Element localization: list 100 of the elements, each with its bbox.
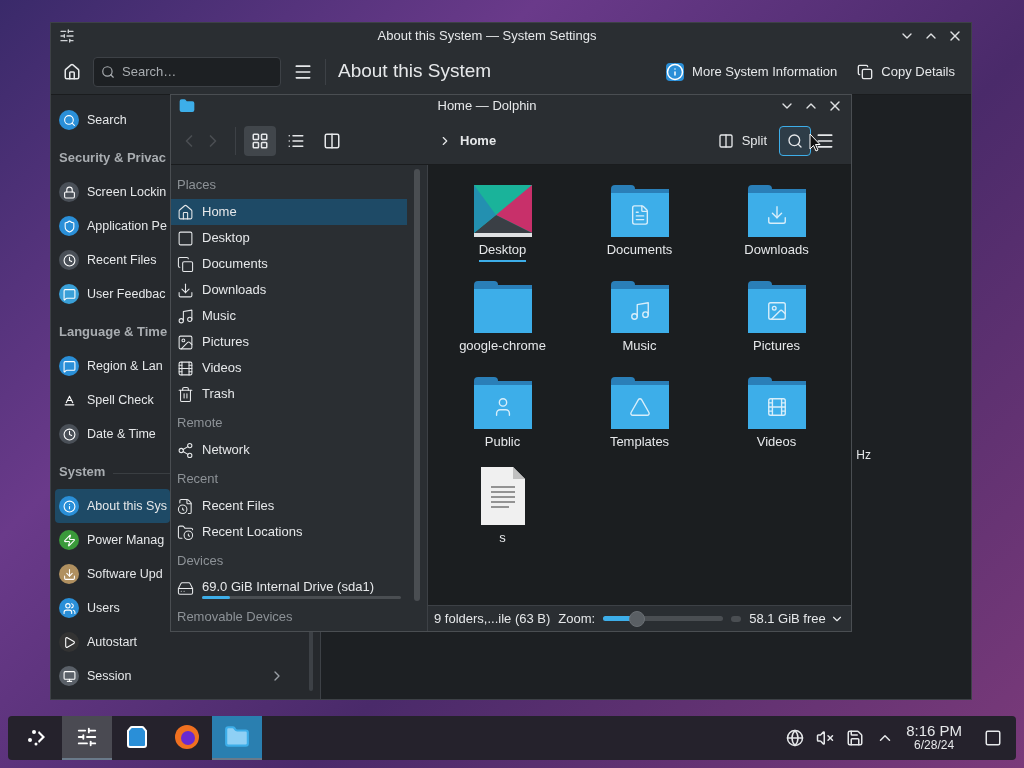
file-name[interactable]: Pictures — [753, 336, 800, 358]
file-name[interactable]: s — [499, 528, 506, 550]
place-icon — [177, 441, 194, 459]
sidebar-item[interactable]: Date & Time — [55, 417, 170, 451]
scrollbar[interactable] — [414, 169, 420, 601]
toolbar-button[interactable]: Copy Details — [853, 61, 959, 82]
search-field[interactable]: Search… — [93, 56, 281, 87]
settings-app-icon[interactable] — [62, 716, 112, 760]
columns-icon — [323, 131, 341, 150]
sidebar-item[interactable]: Search — [55, 103, 170, 137]
place-icon — [177, 359, 194, 377]
place-icon — [177, 333, 194, 351]
app-icon — [59, 28, 75, 44]
home-icon[interactable] — [63, 62, 81, 81]
places-item[interactable]: Videos — [171, 355, 407, 381]
section-header: Security & Privac — [59, 148, 166, 167]
place-icon — [177, 523, 194, 541]
folder-icon — [473, 281, 532, 333]
breadcrumb[interactable]: Home — [460, 130, 497, 151]
file-manager-app-icon[interactable] — [212, 716, 262, 760]
sidebar-item[interactable]: Recent Files — [55, 243, 170, 277]
place-icon — [177, 497, 194, 515]
folder-icon — [610, 281, 669, 333]
file-name[interactable]: Documents — [606, 240, 673, 262]
section-header: Removable Devices — [177, 607, 293, 626]
folder-icon — [747, 281, 806, 333]
split-view-icon — [717, 132, 734, 149]
window-title: About this System — System Settings — [376, 27, 598, 46]
settings-category-icon — [59, 216, 79, 236]
places-item[interactable]: Pictures — [171, 329, 407, 355]
toolbar-button[interactable]: More System Information — [662, 61, 842, 82]
sidebar-item[interactable]: User Feedbac — [55, 277, 170, 311]
settings-category-icon — [59, 424, 79, 444]
file-name[interactable]: Videos — [756, 432, 797, 454]
folder-icon — [610, 185, 669, 237]
zoom-max-icon — [731, 615, 742, 622]
sidebar-item[interactable]: Software Upd — [55, 557, 170, 591]
text-file-icon — [480, 467, 525, 525]
places-item[interactable]: 69.0 GiB Internal Drive (sda1) — [171, 575, 407, 601]
places-item[interactable]: Recent Locations — [171, 519, 407, 545]
sidebar-item[interactable]: Region & Lan — [55, 349, 170, 383]
section-header: Devices — [177, 551, 224, 570]
file-name[interactable]: Public — [484, 432, 521, 454]
muted-volume-icon[interactable] — [816, 729, 835, 747]
settings-category-icon — [59, 356, 79, 376]
sidebar-item[interactable]: About this Sys — [55, 489, 170, 523]
section-header: Places — [177, 175, 217, 194]
mouse-cursor-icon — [809, 133, 821, 152]
place-icon — [177, 385, 194, 403]
sidebar-item[interactable]: Session — [55, 659, 297, 693]
sidebar-item[interactable]: Power Manag — [55, 523, 170, 557]
settings-category-icon — [59, 632, 79, 652]
show-desktop-icon[interactable] — [984, 729, 1002, 747]
sidebar-item[interactable]: Application Pe — [55, 209, 170, 243]
grid-icon — [251, 131, 269, 150]
clock[interactable]: 8:16 PM 6/28/24 — [906, 723, 962, 753]
search-icon — [101, 64, 115, 79]
app-icon — [179, 98, 195, 114]
settings-category-icon — [59, 666, 79, 686]
places-item[interactable]: Home — [171, 199, 407, 225]
split-button[interactable]: Split — [709, 125, 775, 156]
settings-category-icon — [59, 250, 79, 270]
places-item[interactable]: Music — [171, 303, 407, 329]
file-name[interactable]: Music — [622, 336, 657, 358]
status-text: 9 folders,...ile (63 B) — [434, 609, 551, 628]
free-space-button[interactable]: 58.1 GiB free — [749, 608, 844, 629]
places-item[interactable]: Trash — [171, 381, 407, 407]
image-thumbnail — [473, 185, 532, 237]
slider-thumb[interactable] — [628, 610, 645, 627]
info-icon — [666, 62, 685, 81]
places-item[interactable]: Recent Files — [171, 493, 407, 519]
settings-category-icon — [59, 496, 79, 516]
places-item[interactable]: Desktop — [171, 225, 407, 251]
sidebar-item[interactable]: Users — [55, 591, 170, 625]
content-text: Hz — [856, 447, 871, 464]
places-item[interactable]: Network — [171, 437, 407, 463]
place-icon — [177, 579, 194, 597]
sidebar-item[interactable]: Screen Lockin — [55, 175, 170, 209]
places-item[interactable]: Documents — [171, 251, 407, 277]
page-title: About this System — [338, 59, 493, 84]
folder-icon — [473, 377, 532, 429]
place-icon — [177, 229, 194, 247]
file-name[interactable]: Desktop — [478, 240, 527, 262]
copy-icon — [857, 63, 874, 80]
sidebar-item[interactable]: Autostart — [55, 625, 170, 659]
zoom-label: Zoom: — [558, 609, 596, 628]
places-item[interactable]: Downloads — [171, 277, 407, 303]
place-icon — [177, 203, 194, 221]
network-icon[interactable] — [786, 729, 805, 747]
zoom-slider[interactable] — [603, 610, 724, 627]
folder-icon — [747, 377, 806, 429]
file-name[interactable]: google-chrome — [459, 336, 546, 358]
settings-category-icon — [59, 110, 79, 130]
sidebar-item[interactable]: Spell Check — [55, 383, 170, 417]
file-name[interactable]: Templates — [609, 432, 670, 454]
window-title: Home — Dolphin — [436, 97, 538, 116]
icons-view-button[interactable] — [244, 125, 276, 156]
search-button[interactable] — [779, 125, 811, 156]
folder-icon — [747, 185, 806, 237]
file-name[interactable]: Downloads — [744, 240, 809, 262]
